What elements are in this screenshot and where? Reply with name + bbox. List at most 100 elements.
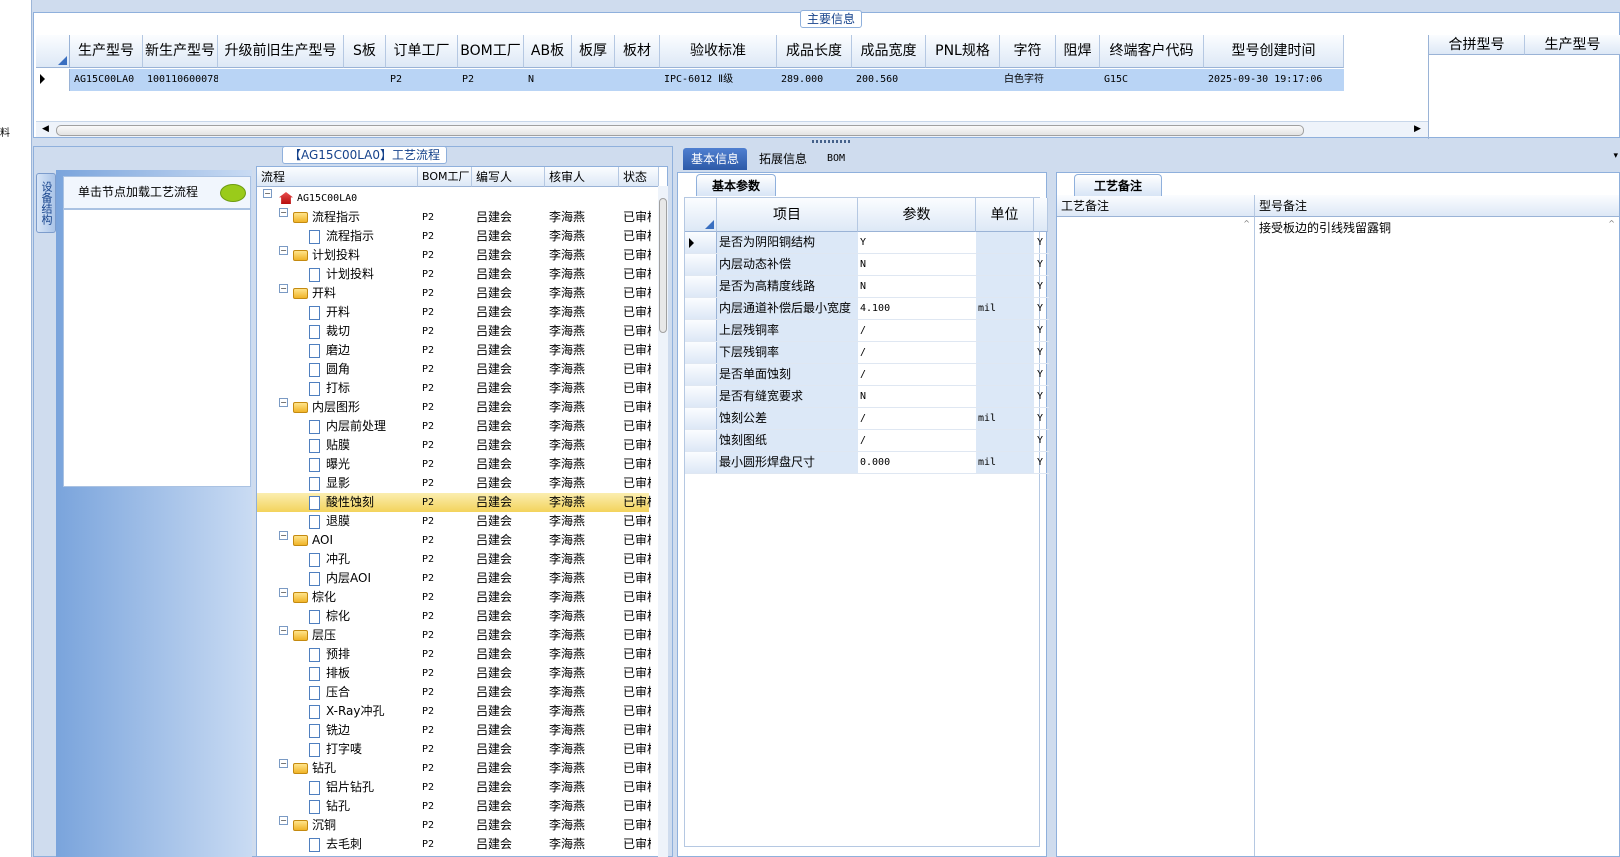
scroll-thumb[interactable] — [56, 125, 1304, 136]
tree-step-row[interactable]: 裁切 P2 吕建会 李海燕 已审核 — [257, 322, 651, 341]
tree-step-row[interactable]: 铝片钻孔 P2 吕建会 李海燕 已审核 — [257, 778, 651, 797]
param-value[interactable]: / — [858, 430, 976, 451]
tree-folder-row[interactable]: − 开料 P2 吕建会 李海燕 已审核 — [257, 284, 651, 303]
remarks-title[interactable]: 工艺备注 — [1074, 174, 1162, 196]
param-value[interactable]: / — [858, 364, 976, 385]
param-row[interactable]: 蚀刻图纸 / Y — [685, 430, 1051, 452]
param-value[interactable]: 0.000 — [858, 452, 976, 473]
param-row[interactable]: 最小圆形焊盘尺寸 0.000 mil Y — [685, 452, 1051, 474]
main-cell-0[interactable]: AG15C00LA0 — [70, 69, 143, 91]
param-value[interactable]: 4.100 — [858, 298, 976, 319]
param-row[interactable]: 内层通道补偿后最小宽度 4.100 mil Y — [685, 298, 1051, 320]
param-value[interactable]: / — [858, 408, 976, 429]
header-col-9[interactable]: 验收标准 — [660, 35, 777, 68]
tree-step-row[interactable]: 显影 P2 吕建会 李海燕 已审核 — [257, 474, 651, 493]
basic-params-title[interactable]: 基本参数 — [696, 174, 776, 196]
main-cell-1[interactable]: 10011060007847 — [143, 69, 218, 91]
main-cell-5[interactable]: P2 — [458, 69, 524, 91]
vertical-splitter[interactable] — [1049, 172, 1054, 857]
main-cell-4[interactable]: P2 — [386, 69, 458, 91]
nav-tab-equipment-structure[interactable]: 设备结构 — [36, 173, 56, 233]
tree-step-row[interactable]: 棕化 P2 吕建会 李海燕 已审核 — [257, 607, 651, 626]
tree-step-row[interactable]: 退膜 P2 吕建会 李海燕 已审核 — [257, 512, 651, 531]
header-col-7[interactable]: 板厚 — [572, 35, 615, 68]
tree-folder-row[interactable]: − 计划投料 P2 吕建会 李海燕 已审核 — [257, 246, 651, 265]
tree-step-row[interactable]: 圆角 P2 吕建会 李海燕 已审核 — [257, 360, 651, 379]
header-col-3[interactable]: S板 — [344, 35, 386, 68]
collapse-icon[interactable]: − — [279, 588, 288, 597]
param-row-header[interactable] — [685, 320, 717, 341]
param-row-header[interactable] — [685, 342, 717, 363]
tree-folder-row[interactable]: − 钻孔 P2 吕建会 李海燕 已审核 — [257, 759, 651, 778]
tree-step-row[interactable]: 预排 P2 吕建会 李海燕 已审核 — [257, 645, 651, 664]
param-row-header[interactable] — [685, 232, 717, 253]
tree-header-writer[interactable]: 编写人 — [472, 167, 545, 187]
param-row[interactable]: 是否为高精度线路 N Y — [685, 276, 1051, 298]
collapse-icon[interactable]: − — [279, 816, 288, 825]
header-col-14[interactable]: 阻焊 — [1056, 35, 1100, 68]
main-cell-12[interactable] — [926, 69, 1000, 91]
main-cell-11[interactable]: 200.560 — [852, 69, 926, 91]
param-row-header[interactable] — [685, 276, 717, 297]
collapse-icon[interactable]: − — [279, 759, 288, 768]
tree-step-row[interactable]: 冲孔 P2 吕建会 李海燕 已审核 — [257, 550, 651, 569]
header-col-12[interactable]: PNL规格 — [926, 35, 1000, 68]
collapse-icon[interactable]: − — [263, 189, 272, 198]
scroll-up-icon[interactable]: ^ — [1243, 219, 1250, 228]
header-col-13[interactable]: 字符 — [1000, 35, 1056, 68]
header-production-model[interactable]: 生产型号 — [1525, 35, 1620, 55]
main-cell-10[interactable]: 289.000 — [777, 69, 852, 91]
scroll-up-icon-2[interactable]: ^ — [1608, 219, 1615, 228]
main-cell-7[interactable] — [572, 69, 615, 91]
param-row[interactable]: 是否为阴阳铜结构 Y Y — [685, 232, 1051, 254]
chat-bubble-icon[interactable] — [220, 184, 246, 202]
tree-folder-row[interactable]: − 内层图形 P2 吕建会 李海燕 已审核 — [257, 398, 651, 417]
param-value[interactable]: / — [858, 342, 976, 363]
collapse-icon[interactable]: − — [279, 246, 288, 255]
tree-header-status[interactable]: 状态 — [619, 167, 659, 187]
tree-step-row[interactable]: 贴膜 P2 吕建会 李海燕 已审核 — [257, 436, 651, 455]
scroll-left-icon[interactable]: ◀ — [42, 124, 49, 134]
param-row[interactable]: 内层动态补偿 N Y — [685, 254, 1051, 276]
main-cell-16[interactable]: 2025-09-30 19:17:06 — [1204, 69, 1344, 91]
model-remark-text[interactable]: 接受板边的引线残留露铜 — [1259, 219, 1391, 236]
tree-step-row[interactable]: 酸性蚀刻 P2 吕建会 李海燕 已审核 — [257, 493, 651, 512]
param-value[interactable]: N — [858, 386, 976, 407]
main-cell-8[interactable] — [615, 69, 660, 91]
header-merge-model[interactable]: 合拼型号 — [1429, 35, 1525, 55]
param-row-header[interactable] — [685, 452, 717, 473]
tree-vertical-scrollbar[interactable] — [658, 186, 668, 857]
main-cell-14[interactable] — [1056, 69, 1100, 91]
tree-step-row[interactable]: 铣边 P2 吕建会 李海燕 已审核 — [257, 721, 651, 740]
tree-root[interactable]: − AG15C00LA0 — [257, 189, 649, 208]
tree-header-reviewer[interactable]: 核审人 — [545, 167, 619, 187]
main-cell-3[interactable] — [344, 69, 386, 91]
param-value[interactable]: Y — [858, 232, 976, 253]
param-value[interactable]: N — [858, 254, 976, 275]
tree-step-row[interactable]: 计划投料 P2 吕建会 李海燕 已审核 — [257, 265, 651, 284]
tree-folder-row[interactable]: − 沉铜 P2 吕建会 李海燕 已审核 — [257, 816, 651, 835]
main-cell-6[interactable]: N — [524, 69, 572, 91]
main-cell-15[interactable]: G15C — [1100, 69, 1204, 91]
collapse-icon[interactable]: − — [279, 398, 288, 407]
header-col-2[interactable]: 升级前旧生产型号 — [218, 35, 344, 68]
collapse-icon[interactable]: − — [279, 208, 288, 217]
collapse-icon[interactable]: − — [279, 531, 288, 540]
tree-folder-row[interactable]: − 流程指示 P2 吕建会 李海燕 已审核 — [257, 208, 651, 227]
header-col-5[interactable]: BOM工厂 — [458, 35, 524, 68]
param-row-header[interactable] — [685, 408, 717, 429]
collapse-icon[interactable]: − — [279, 626, 288, 635]
tree-folder-row[interactable]: − 层压 P2 吕建会 李海燕 已审核 — [257, 626, 651, 645]
tree-step-row[interactable]: 内层AOI P2 吕建会 李海燕 已审核 — [257, 569, 651, 588]
param-value[interactable]: / — [858, 320, 976, 341]
param-row-header[interactable] — [685, 298, 717, 319]
collapse-icon[interactable]: − — [279, 284, 288, 293]
tree-step-row[interactable]: 开料 P2 吕建会 李海燕 已审核 — [257, 303, 651, 322]
tab-extended-info[interactable]: 拓展信息 — [751, 148, 815, 170]
remark-header-model[interactable]: 型号备注 — [1255, 195, 1619, 217]
header-col-0[interactable]: 生产型号 — [70, 35, 143, 68]
row-indicator[interactable] — [36, 69, 70, 91]
header-col-8[interactable]: 板材 — [615, 35, 660, 68]
param-row[interactable]: 蚀刻公差 / mil Y — [685, 408, 1051, 430]
process-remark-area[interactable]: ^ — [1057, 217, 1255, 856]
